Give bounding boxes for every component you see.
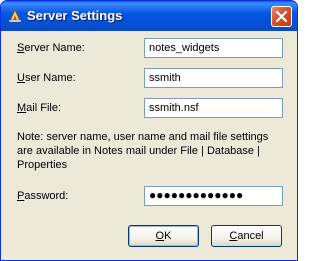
server-settings-dialog: Server Settings Server Name: User Name: … [0,0,298,261]
password-field[interactable]: ●●●●●●●●●●●●● [144,186,283,206]
notes-app-icon [7,8,23,24]
close-icon [275,10,288,23]
user-name-label: User Name: [17,72,76,84]
server-name-label: Server Name: [17,42,85,54]
password-label: Password: [17,190,69,202]
password-mask: ●●●●●●●●●●●●● [149,188,244,202]
title-bar[interactable]: Server Settings [1,1,297,31]
user-name-field[interactable] [144,68,283,88]
settings-note: Note: server name, user name and mail fi… [17,131,269,171]
server-name-field[interactable] [144,38,283,58]
cancel-button[interactable]: Cancel [211,225,282,247]
ok-button[interactable]: OK [128,225,199,247]
mail-file-field[interactable] [144,98,283,118]
mail-file-label: Mail File: [17,102,62,114]
window-title: Server Settings [27,8,123,23]
close-button[interactable] [271,6,292,27]
